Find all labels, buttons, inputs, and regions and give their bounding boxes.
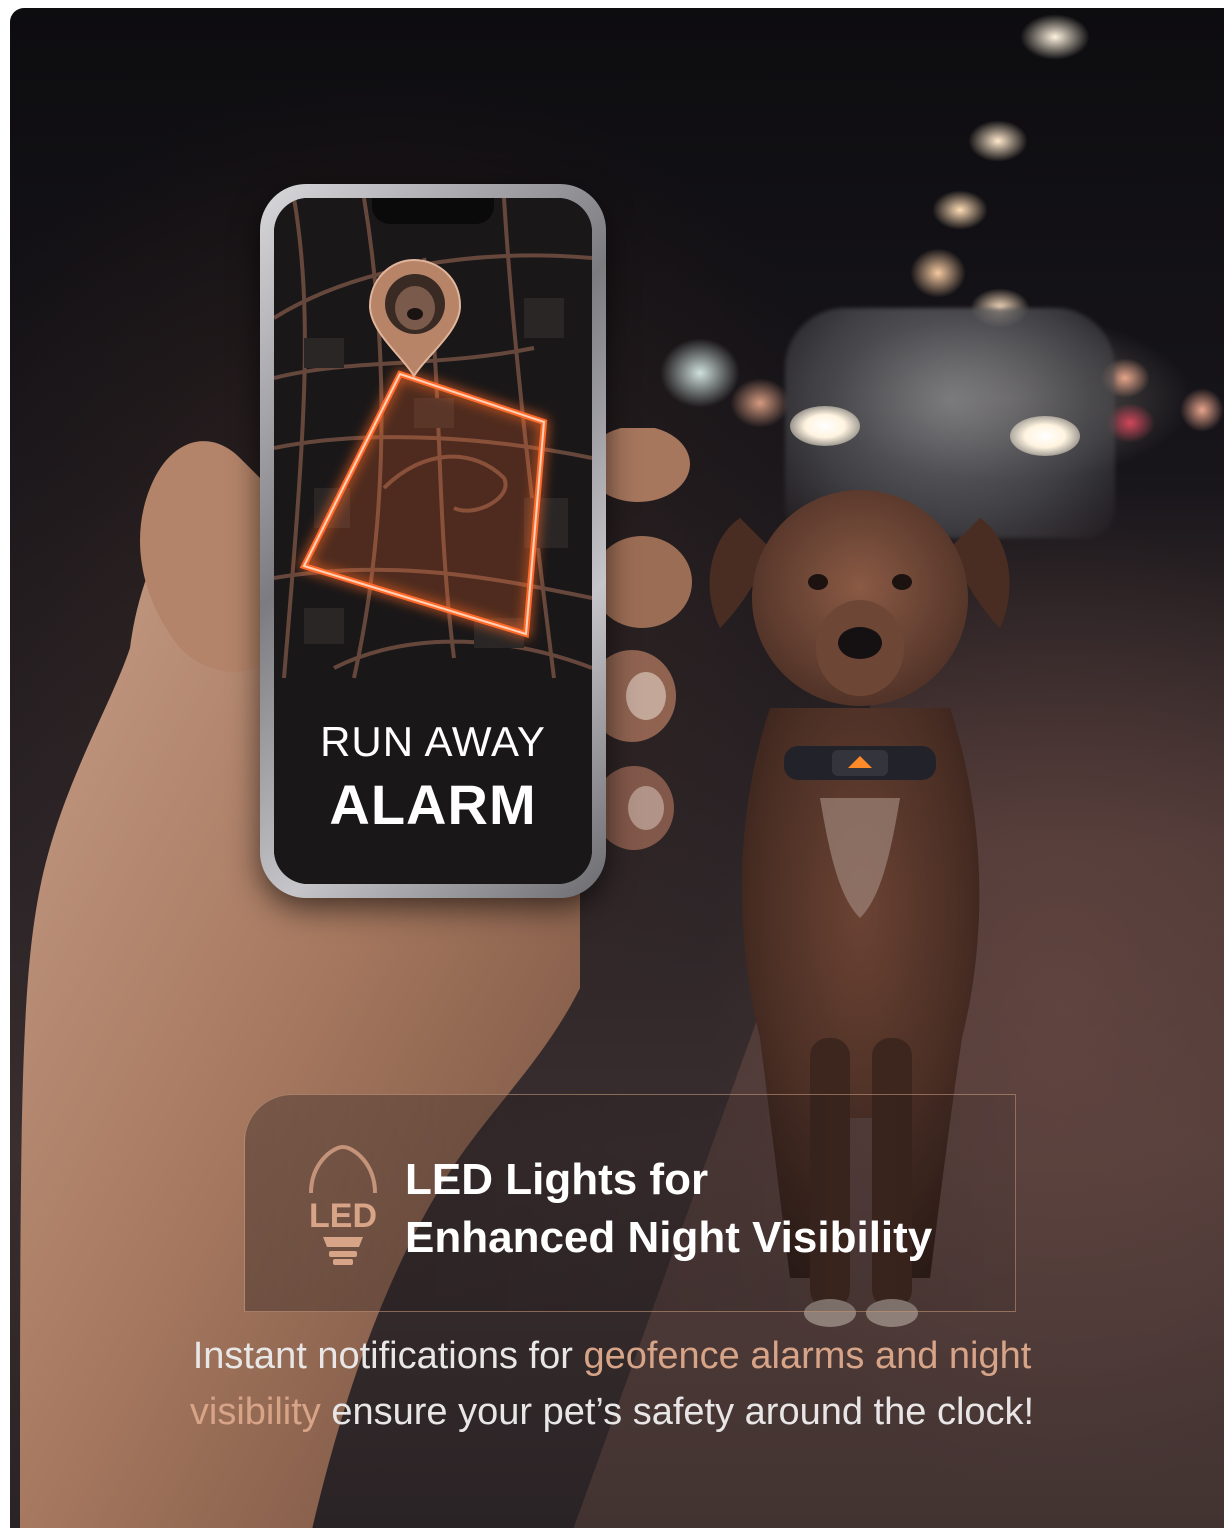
led-bulb-icon: LED <box>309 1144 377 1265</box>
street-light <box>968 120 1028 162</box>
led-icon-text: LED <box>309 1197 377 1235</box>
caption-highlight2: visibility <box>189 1391 321 1433</box>
alarm-title-line1: RUN AWAY <box>320 718 546 765</box>
feature-title-line1: LED Lights for <box>405 1155 709 1204</box>
street-light <box>910 248 966 298</box>
phone-notch <box>372 198 494 224</box>
feature-title: LED Lights for Enhanced Night Visibility <box>405 1151 932 1267</box>
alarm-title-line2: ALARM <box>329 773 537 836</box>
caption-text: Instant notifications for geofence alarm… <box>0 1328 1224 1440</box>
feature-title-line2: Enhanced Night Visibility <box>405 1213 933 1262</box>
caption-part1: Instant notifications for <box>192 1335 584 1377</box>
street-light <box>1180 388 1224 432</box>
hero-image: RUN AWAY ALARM LED LED Lights for Enhanc… <box>10 8 1224 1528</box>
car-headlight <box>790 406 860 446</box>
caption-highlight1: geofence alarms and night <box>583 1335 1032 1377</box>
smartphone: RUN AWAY ALARM <box>260 184 606 898</box>
street-light <box>730 378 790 428</box>
street-light <box>660 338 740 408</box>
street-light <box>932 190 988 230</box>
street-light <box>1020 14 1090 60</box>
car-headlight <box>1010 416 1080 456</box>
caption-part2: ensure your pet’s safety around the cloc… <box>320 1391 1035 1433</box>
phone-screen: RUN AWAY ALARM <box>274 198 592 884</box>
feature-callout: LED LED Lights for Enhanced Night Visibi… <box>244 1094 1016 1312</box>
